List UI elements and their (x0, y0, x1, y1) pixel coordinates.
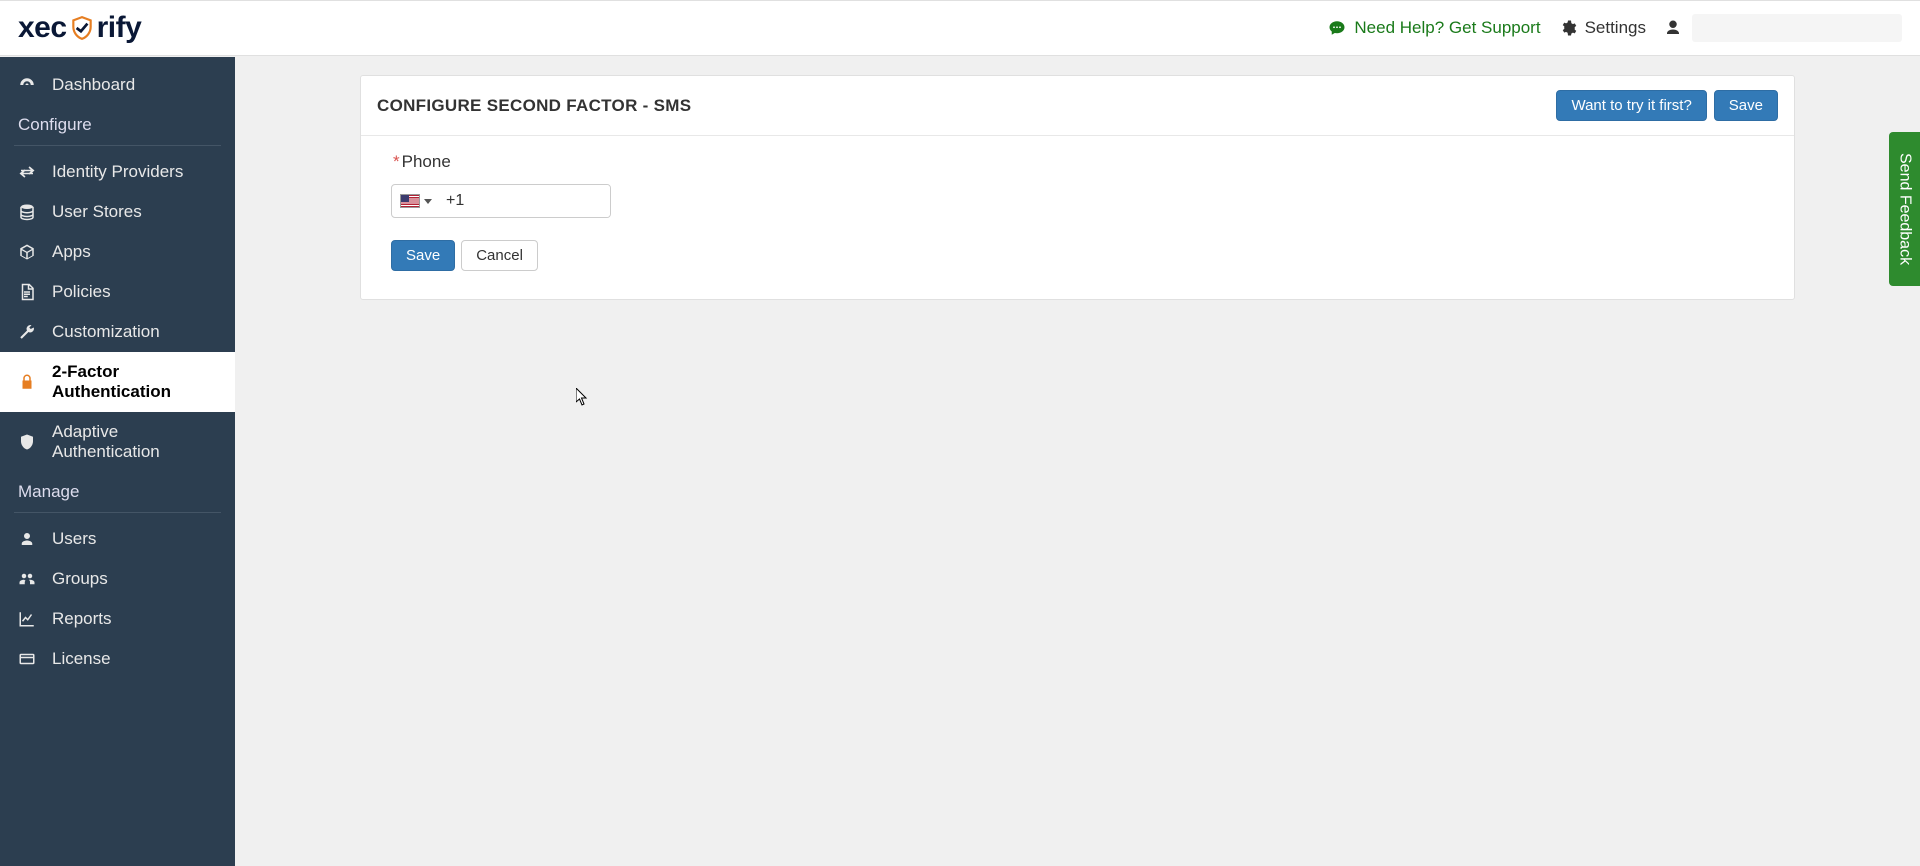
phone-label-text: Phone (402, 152, 451, 171)
sidebar-item-label: Groups (52, 569, 108, 589)
sidebar-item-label: Users (52, 529, 96, 549)
phone-label: *Phone (391, 152, 1764, 172)
save-button[interactable]: Save (391, 240, 455, 271)
sidebar-item-adaptive-auth[interactable]: Adaptive Authentication (0, 412, 235, 472)
phone-input-group (391, 184, 611, 218)
sidebar-section-manage: Manage (0, 472, 235, 508)
shield-icon (16, 433, 38, 451)
sidebar-divider (14, 145, 221, 146)
required-marker: * (393, 152, 400, 171)
sidebar-item-label: Customization (52, 322, 160, 342)
chart-icon (16, 610, 38, 628)
sidebar-item-label: Identity Providers (52, 162, 183, 182)
panel-title: CONFIGURE SECOND FACTOR - SMS (377, 96, 691, 116)
user-menu[interactable] (1662, 14, 1902, 42)
country-selector[interactable] (392, 185, 440, 217)
sidebar-item-label: 2-Factor Authentication (52, 362, 219, 402)
settings-label: Settings (1585, 18, 1646, 38)
sidebar-item-reports[interactable]: Reports (0, 599, 235, 639)
sidebar-item-2fa[interactable]: 2-Factor Authentication (0, 352, 235, 412)
sidebar-item-apps[interactable]: Apps (0, 232, 235, 272)
sidebar-item-label: Dashboard (52, 75, 135, 95)
header-save-button[interactable]: Save (1714, 90, 1778, 121)
brand-shield-icon (69, 15, 95, 41)
file-icon (16, 283, 38, 301)
comment-icon (1326, 19, 1348, 37)
dashboard-icon (16, 76, 38, 94)
sidebar-item-dashboard[interactable]: Dashboard (0, 65, 235, 105)
wrench-icon (16, 323, 38, 341)
sidebar-item-label: User Stores (52, 202, 142, 222)
sidebar-item-user-stores[interactable]: User Stores (0, 192, 235, 232)
panel-body: *Phone Save Cancel (361, 136, 1794, 299)
brand-text-part2: rify (97, 11, 142, 45)
help-label: Need Help? Get Support (1354, 18, 1540, 38)
cancel-button[interactable]: Cancel (461, 240, 538, 271)
user-name (1692, 14, 1902, 42)
sidebar-section-configure: Configure (0, 105, 235, 141)
brand-logo: xec rify (18, 11, 141, 45)
top-bar: xec rify Need Help? Get Support Settings (0, 0, 1920, 56)
user-icon (1662, 19, 1684, 37)
configure-panel: CONFIGURE SECOND FACTOR - SMS Want to tr… (360, 75, 1795, 300)
chevron-down-icon (424, 199, 432, 204)
cube-icon (16, 243, 38, 261)
content-area: CONFIGURE SECOND FACTOR - SMS Want to tr… (235, 57, 1920, 866)
lock-icon (16, 373, 38, 391)
phone-field[interactable] (440, 185, 611, 217)
exchange-icon (16, 163, 38, 181)
sidebar-item-identity-providers[interactable]: Identity Providers (0, 152, 235, 192)
try-it-first-button[interactable]: Want to try it first? (1556, 90, 1706, 121)
users-icon (16, 570, 38, 588)
gear-icon (1557, 19, 1579, 37)
sidebar-item-groups[interactable]: Groups (0, 559, 235, 599)
sidebar-item-license[interactable]: License (0, 639, 235, 679)
sidebar-item-label: Adaptive Authentication (52, 422, 219, 462)
sidebar-item-label: License (52, 649, 111, 669)
database-icon (16, 203, 38, 221)
help-link[interactable]: Need Help? Get Support (1326, 18, 1540, 38)
panel-header: CONFIGURE SECOND FACTOR - SMS Want to tr… (361, 76, 1794, 136)
sidebar-item-label: Policies (52, 282, 111, 302)
sidebar: Dashboard Configure Identity Providers U… (0, 57, 235, 866)
topbar-right: Need Help? Get Support Settings (1326, 14, 1902, 42)
panel-header-actions: Want to try it first? Save (1556, 90, 1778, 121)
settings-link[interactable]: Settings (1557, 18, 1646, 38)
sidebar-item-users[interactable]: Users (0, 519, 235, 559)
brand-text-part1: xec (18, 11, 67, 45)
sidebar-item-label: Reports (52, 609, 112, 629)
flag-us-icon (400, 194, 420, 208)
user-icon (16, 530, 38, 548)
sidebar-item-label: Apps (52, 242, 91, 262)
sidebar-divider (14, 512, 221, 513)
sidebar-item-customization[interactable]: Customization (0, 312, 235, 352)
form-actions: Save Cancel (391, 240, 1764, 271)
card-icon (16, 650, 38, 668)
sidebar-item-policies[interactable]: Policies (0, 272, 235, 312)
send-feedback-tab[interactable]: Send Feedback (1889, 132, 1920, 286)
